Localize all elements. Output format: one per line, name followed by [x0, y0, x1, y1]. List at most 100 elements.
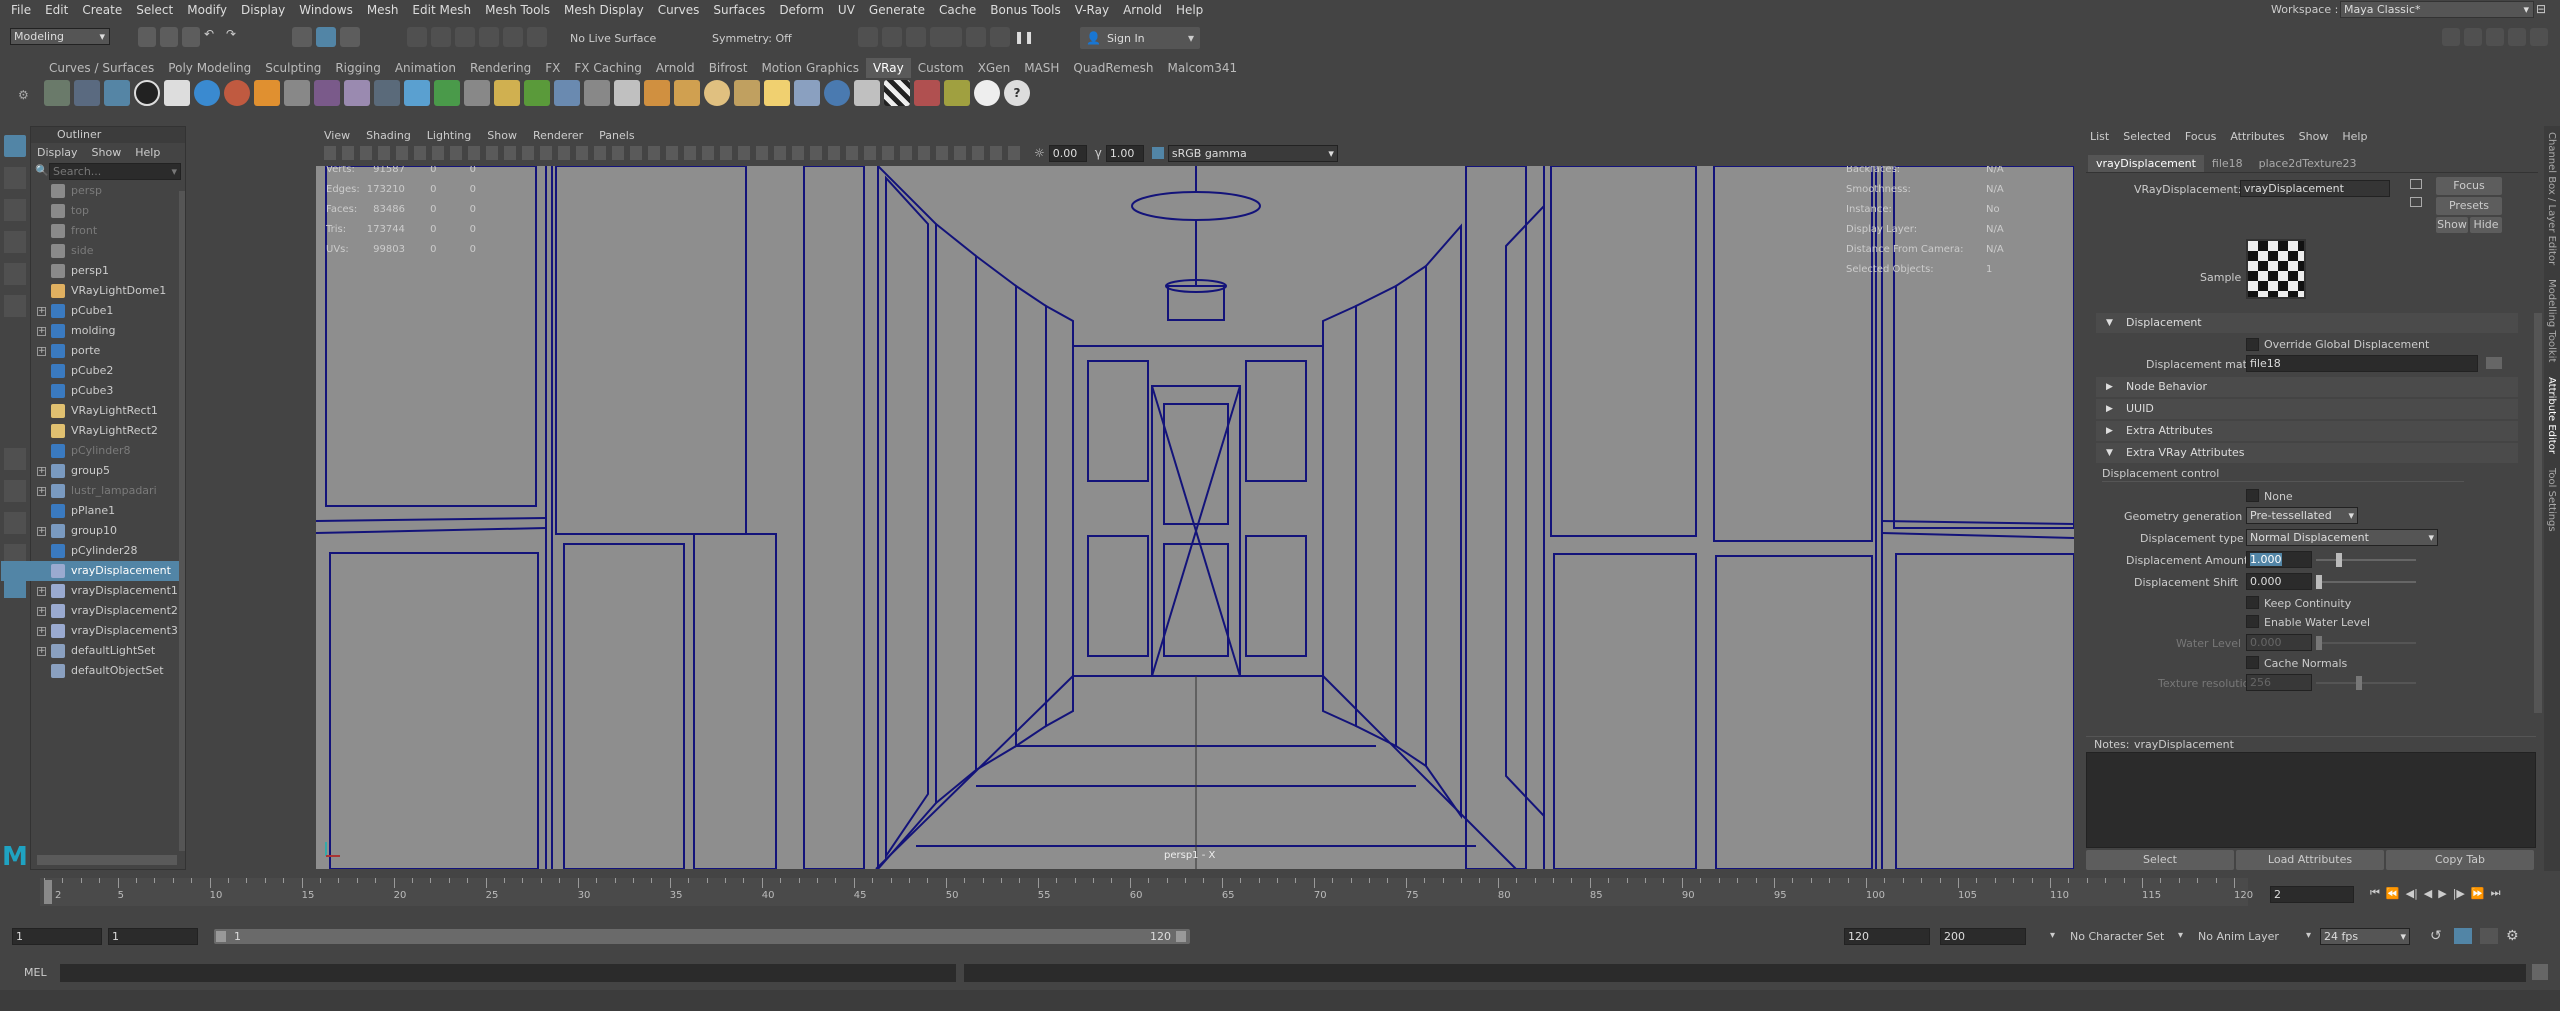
render-current-icon[interactable] [858, 27, 878, 47]
menu-generate[interactable]: Generate [862, 0, 932, 20]
side-tab-modelling-toolkit[interactable]: Modelling Toolkit [2546, 279, 2557, 362]
snap-pivot-icon[interactable] [527, 27, 547, 47]
map-button-icon[interactable] [2486, 357, 2502, 369]
side-tab-attribute-editor[interactable]: Attribute Editor [2546, 377, 2557, 454]
modeling-toolkit-toggle-icon[interactable] [2442, 28, 2460, 46]
menu-file[interactable]: File [4, 0, 38, 20]
snap-point-icon[interactable] [455, 27, 475, 47]
outliner-item[interactable]: + group5 [1, 461, 185, 481]
outliner-item[interactable]: + vrayDisplacement1 [1, 581, 185, 601]
outliner-menu-show[interactable]: Show [92, 146, 122, 159]
vray-sun-icon[interactable] [704, 80, 730, 106]
character-set-icon[interactable]: ▾ [2050, 930, 2055, 941]
vray-sky-icon[interactable] [374, 80, 400, 106]
shelf-tab-rendering[interactable]: Rendering [463, 58, 538, 78]
outliner-item[interactable]: VRayLightRect2 [1, 421, 185, 441]
copy-tab-button[interactable]: Copy Tab [2386, 850, 2534, 870]
attr-menu-selected[interactable]: Selected [2123, 130, 2171, 143]
none-checkbox[interactable] [2246, 489, 2259, 502]
vray-render-elem-icon[interactable] [914, 80, 940, 106]
menu-mesh-display[interactable]: Mesh Display [557, 0, 651, 20]
vray-plane-icon[interactable] [794, 80, 820, 106]
open-scene-icon[interactable] [160, 27, 178, 47]
attr-menu-focus[interactable]: Focus [2185, 130, 2216, 143]
shelf-tab-arnold[interactable]: Arnold [649, 58, 702, 78]
select-button[interactable]: Select [2086, 850, 2234, 870]
time-slider[interactable]: 2 5 10 15 20 25 30 35 40 45 50 55 60 65 70 75 80 85 90 95 10… [0, 878, 2560, 910]
play-back-icon[interactable]: ◀ [2424, 887, 2432, 900]
shelf-tab-quadremesh[interactable]: QuadRemesh [1066, 58, 1160, 78]
vray-lightmix-icon[interactable] [944, 80, 970, 106]
vray-scatter-icon[interactable] [344, 80, 370, 106]
menu-edit[interactable]: Edit [38, 0, 75, 20]
vray-fur-icon[interactable] [314, 80, 340, 106]
outliner-hscroll[interactable] [37, 855, 177, 865]
vray-logo-icon[interactable] [134, 80, 160, 106]
outliner-item[interactable]: + defaultLightSet [1, 641, 185, 661]
snap-surface-icon[interactable] [503, 27, 523, 47]
auto-key-icon[interactable] [2480, 928, 2498, 944]
menu-display[interactable]: Display [234, 0, 292, 20]
anim-layer-label[interactable]: No Anim Layer [2198, 930, 2279, 943]
outliner-item[interactable]: side [1, 241, 185, 261]
undo-icon[interactable]: ↶ [204, 27, 222, 47]
focus-icon[interactable] [2410, 179, 2422, 189]
attribute-editor-toggle-icon[interactable] [2486, 28, 2504, 46]
outliner-item[interactable]: pPlane1 [1, 501, 185, 521]
section-displacement[interactable]: ▼ Displacement [2096, 313, 2518, 333]
menu-bonus-tools[interactable]: Bonus Tools [983, 0, 1067, 20]
menu-uv[interactable]: UV [831, 0, 862, 20]
help-icon[interactable]: ? [1004, 80, 1030, 106]
keep-continuity-checkbox[interactable] [2246, 596, 2259, 609]
attr-tab-file18[interactable]: file18 [2204, 155, 2251, 172]
step-back-key-icon[interactable]: ⏪ [2386, 887, 2400, 900]
vray-dome-icon[interactable] [644, 80, 670, 106]
outliner-item[interactable]: VRayLightRect1 [1, 401, 185, 421]
expand-icon[interactable]: + [37, 467, 46, 476]
disp-mat-field[interactable]: file18 [2246, 355, 2478, 372]
mel-label[interactable]: MEL [24, 966, 47, 979]
channel-box-toggle-icon[interactable] [2530, 28, 2548, 46]
shelf-tab-animation[interactable]: Animation [388, 58, 463, 78]
outliner-item[interactable]: top [1, 201, 185, 221]
viewport-menu-view[interactable]: View [324, 129, 350, 142]
anim-layer-arrow-icon[interactable]: ▾ [2306, 930, 2311, 941]
expand-icon[interactable]: + [37, 587, 46, 596]
play-forward-icon[interactable]: ▶ [2438, 887, 2446, 900]
notes-textarea[interactable] [2086, 752, 2536, 848]
vray-vfb-shelf-icon[interactable] [164, 80, 190, 106]
menu-edit-mesh[interactable]: Edit Mesh [405, 0, 478, 20]
vray-mtl-wrapper-icon[interactable] [74, 80, 100, 106]
attr-menu-show[interactable]: Show [2299, 130, 2329, 143]
workspace-select[interactable]: Maya Classic* ▾ [2340, 1, 2534, 18]
outliner-item[interactable]: + vrayDisplacement3 [1, 621, 185, 641]
outliner-menu-help[interactable]: Help [135, 146, 160, 159]
menu-v-ray[interactable]: V-Ray [1068, 0, 1116, 20]
outliner-item[interactable]: + group10 [1, 521, 185, 541]
select-tool-icon[interactable] [4, 135, 26, 157]
section-node-behavior[interactable]: ▶ Node Behavior [2096, 377, 2518, 397]
vray-material-icon[interactable] [44, 80, 70, 106]
vray-ball-icon[interactable] [824, 80, 850, 106]
outliner-item[interactable]: pCube3 [1, 381, 185, 401]
outliner-vscroll[interactable] [179, 191, 185, 851]
section-uuid[interactable]: ▶ UUID [2096, 399, 2518, 419]
viewport-menu-show[interactable]: Show [487, 129, 517, 142]
vray-ipr-icon[interactable] [966, 27, 986, 47]
vray-cloud-icon[interactable] [974, 80, 1000, 106]
expand-icon[interactable]: + [37, 307, 46, 316]
menu-mesh[interactable]: Mesh [360, 0, 406, 20]
gamma-field[interactable]: 1.00 [1105, 144, 1144, 162]
side-tab-channel-box-layer-editor[interactable]: Channel Box / Layer Editor [2546, 132, 2557, 265]
vray-checker-icon[interactable] [884, 80, 910, 106]
menu-select[interactable]: Select [129, 0, 180, 20]
shelf-tab-rigging[interactable]: Rigging [328, 58, 387, 78]
outliner-item[interactable]: pCylinder28 [1, 541, 185, 561]
outliner-item[interactable]: persp [1, 181, 185, 201]
fps-select[interactable]: 24 fps ▾ [2320, 928, 2410, 945]
go-to-start-icon[interactable]: ⏮ [2370, 886, 2380, 900]
menu-surfaces[interactable]: Surfaces [706, 0, 772, 20]
minimize-icon[interactable]: ⊟ [2536, 2, 2546, 16]
expand-icon[interactable]: + [37, 327, 46, 336]
outliner-menu-display[interactable]: Display [37, 146, 78, 159]
